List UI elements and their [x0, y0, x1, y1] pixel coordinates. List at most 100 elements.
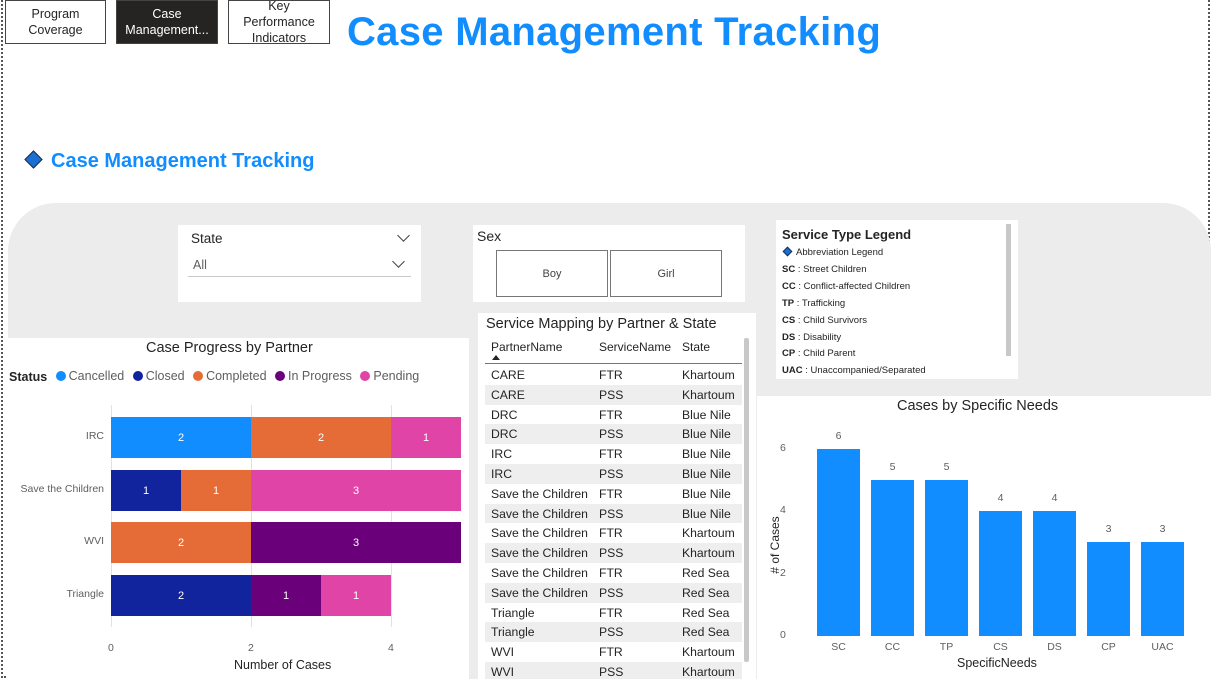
table-cell: FTR — [599, 645, 623, 660]
table-row[interactable]: CARE FTR Khartoum — [485, 365, 742, 385]
table-cell: PSS — [599, 585, 624, 600]
data-label: 3 — [1105, 523, 1112, 536]
table-cell: Triangle — [491, 625, 535, 640]
bar-segment[interactable]: 3 — [251, 522, 461, 563]
sex-slicer-label: Sex — [477, 228, 502, 244]
table-cell: Blue Nile — [682, 506, 731, 521]
table-row[interactable]: Save the Children FTR Khartoum — [485, 523, 742, 543]
table-cell: Save the Children — [491, 486, 588, 501]
table-cell: Blue Nile — [682, 447, 731, 462]
nav-program-coverage-button[interactable]: Program Coverage — [5, 0, 106, 44]
table-cell: FTR — [599, 447, 623, 462]
table-row[interactable]: WVI FTR Khartoum — [485, 642, 742, 662]
table-row[interactable]: Save the Children PSS Blue Nile — [485, 503, 742, 524]
bar-segment[interactable]: 1 — [321, 575, 391, 616]
table-row[interactable]: Save the Children FTR Blue Nile — [485, 484, 742, 504]
state-slicer: State All — [178, 225, 421, 302]
diamond-icon — [782, 246, 793, 257]
table-cell: FTR — [599, 407, 623, 422]
status-legend-title: Status — [9, 370, 48, 384]
table-row[interactable]: DRC FTR Blue Nile — [485, 405, 742, 425]
bar-segment[interactable]: 3 — [251, 470, 461, 511]
table-row[interactable]: IRC FTR Blue Nile — [485, 444, 742, 464]
bar-segment[interactable]: 2 — [111, 417, 251, 458]
column-header-service[interactable]: ServiceName — [599, 340, 671, 354]
table-row[interactable]: Triangle FTR Red Sea — [485, 603, 742, 623]
diamond-icon — [24, 150, 43, 169]
x-tick-label: 0 — [108, 642, 114, 654]
bar[interactable] — [817, 448, 860, 636]
table-row[interactable]: IRC PSS Blue Nile — [485, 464, 742, 484]
table-row[interactable]: Triangle PSS Red Sea — [485, 622, 742, 643]
bar-segment[interactable]: 2 — [111, 575, 251, 616]
sex-girl-button[interactable]: Girl — [610, 250, 722, 297]
data-label: 4 — [997, 492, 1004, 505]
bar-segment[interactable]: 2 — [111, 522, 251, 563]
column-header-state[interactable]: State — [682, 340, 710, 354]
table-cell: PSS — [599, 467, 624, 481]
table-cell: PSS — [599, 427, 624, 442]
bar[interactable] — [1141, 542, 1184, 636]
table-row[interactable]: Save the Children PSS Khartoum — [485, 543, 742, 563]
table-header-divider — [485, 363, 742, 364]
table-cell: PSS — [599, 665, 624, 679]
bar[interactable] — [1087, 542, 1130, 636]
chevron-down-icon[interactable] — [397, 229, 410, 242]
bar[interactable] — [1033, 511, 1076, 636]
legend-item-pending[interactable]: Pending — [360, 369, 419, 383]
column-header-partner[interactable]: PartnerName — [491, 340, 562, 354]
legend-item-completed[interactable]: Completed — [193, 369, 267, 383]
bar-segment[interactable]: 1 — [111, 470, 181, 511]
legend-item-cancelled[interactable]: Cancelled — [55, 369, 124, 383]
table-row[interactable]: DRC PSS Blue Nile — [485, 424, 742, 445]
table-cell: Red Sea — [682, 625, 730, 640]
page-title: Case Management Tracking — [347, 10, 882, 54]
table-row[interactable]: Save the Children FTR Red Sea — [485, 563, 742, 583]
legend-scrollbar[interactable] — [1006, 224, 1011, 356]
specific-needs-x-axis-label: SpecificNeeds — [957, 656, 1037, 670]
data-label: 6 — [835, 429, 842, 442]
nav-kpi-button[interactable]: Key Performance Indicators — [228, 0, 330, 45]
legend-item: CC : Conflict-affected Children — [782, 281, 911, 292]
table-cell: WVI — [491, 645, 515, 660]
legend-item-in-progress[interactable]: In Progress — [274, 369, 352, 383]
x-category-label: CS — [993, 641, 1008, 653]
bar-segment[interactable]: 1 — [391, 417, 461, 458]
legend-title: Service Type Legend — [782, 227, 912, 242]
table-cell: FTR — [599, 605, 623, 620]
table-cell: PSS — [599, 625, 624, 640]
table-cell: Save the Children — [491, 585, 588, 600]
table-scrollbar[interactable] — [744, 338, 749, 662]
table-cell: Blue Nile — [682, 427, 731, 442]
bar[interactable] — [979, 511, 1022, 636]
sex-boy-button[interactable]: Boy — [496, 250, 608, 297]
x-category-label: CP — [1101, 641, 1116, 653]
data-label: 4 — [1051, 492, 1058, 505]
table-cell: IRC — [491, 467, 512, 481]
legend-subtitle: Abbreviation Legend — [796, 247, 884, 258]
table-row[interactable]: WVI PSS Khartoum — [485, 662, 742, 679]
bar[interactable] — [925, 480, 968, 636]
table-cell: Blue Nile — [682, 467, 731, 481]
table-cell: DRC — [491, 407, 518, 422]
bar-segment[interactable]: 1 — [181, 470, 251, 511]
table-cell: Red Sea — [682, 605, 730, 620]
y-category-label: Triangle — [66, 588, 104, 600]
legend-item: SC : Street Children — [782, 264, 867, 275]
table-row[interactable]: CARE PSS Khartoum — [485, 384, 742, 405]
case-progress-chart-title: Case Progress by Partner — [146, 340, 313, 356]
table-cell: IRC — [491, 447, 512, 462]
nav-case-management-button[interactable]: Case Management... — [116, 0, 218, 44]
legend-item: UAC : Unaccompanied/Separated — [782, 365, 926, 376]
table-cell: Khartoum — [682, 368, 735, 382]
table-cell: Khartoum — [682, 645, 735, 660]
state-dropdown-value: All — [193, 258, 207, 272]
bar-segment[interactable]: 2 — [251, 417, 391, 458]
sort-ascending-icon — [492, 355, 500, 360]
table-cell: Khartoum — [682, 526, 735, 541]
bar-segment[interactable]: 1 — [251, 575, 321, 616]
table-row[interactable]: Save the Children PSS Red Sea — [485, 582, 742, 603]
state-dropdown[interactable]: All — [188, 253, 411, 277]
bar[interactable] — [871, 480, 914, 636]
legend-item-closed[interactable]: Closed — [132, 369, 185, 383]
